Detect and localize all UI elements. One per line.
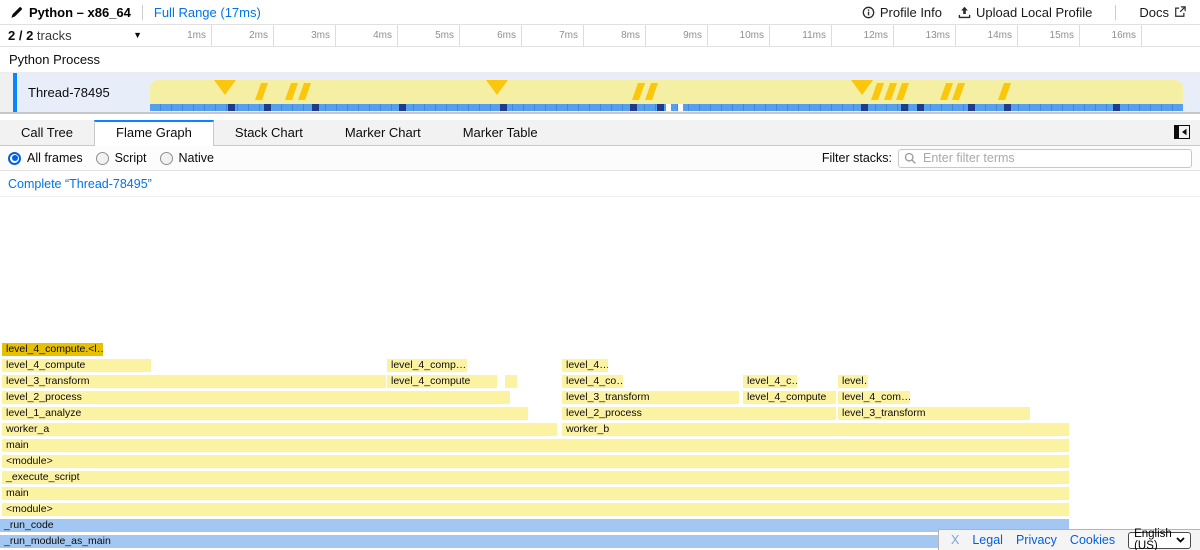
tracks-summary[interactable]: 2 / 2 tracks ▼: [0, 25, 150, 46]
filter-stacks-input[interactable]: [898, 149, 1192, 168]
flame-block[interactable]: level_3_transform: [2, 375, 386, 388]
thread-activity-graph[interactable]: [150, 79, 1183, 112]
full-range-link[interactable]: Full Range (17ms): [154, 5, 261, 20]
radio-label: Script: [115, 151, 147, 165]
flame-block[interactable]: level_4_c…: [743, 375, 797, 388]
footer-link-x[interactable]: X: [951, 533, 959, 547]
flame-block[interactable]: level_4_comp…: [387, 359, 467, 372]
ruler-tick: 3ms: [274, 25, 336, 46]
flame-block[interactable]: level_2_process: [562, 407, 836, 420]
timeline-ruler-row: 2 / 2 tracks ▼ 1ms2ms3ms4ms5ms6ms7ms8ms9…: [0, 25, 1200, 47]
ruler-tick: 6ms: [460, 25, 522, 46]
flame-block[interactable]: level_4_compute.<l…: [2, 343, 103, 356]
ruler-tick: 10ms: [708, 25, 770, 46]
flame-block[interactable]: level…: [838, 375, 868, 388]
ruler-tick: 7ms: [522, 25, 584, 46]
flame-block[interactable]: <module>: [2, 455, 1069, 468]
flame-block[interactable]: level_4_compute: [2, 359, 151, 372]
ruler-tick: 13ms: [894, 25, 956, 46]
tab-call-tree[interactable]: Call Tree: [0, 120, 94, 145]
breadcrumb-row: Complete “Thread-78495”: [0, 171, 1200, 197]
flame-block[interactable]: level_2_process: [2, 391, 510, 404]
footer-link-cookies[interactable]: Cookies: [1070, 533, 1115, 547]
breadcrumb[interactable]: Complete “Thread-78495”: [0, 171, 160, 197]
ruler-tick: 11ms: [770, 25, 832, 46]
footer-link-privacy[interactable]: Privacy: [1016, 533, 1057, 547]
language-select[interactable]: English (US): [1128, 532, 1191, 549]
flame-block[interactable]: worker_b: [562, 423, 1069, 436]
radio-all-frames[interactable]: All frames: [8, 151, 83, 165]
radio-button[interactable]: [160, 152, 173, 165]
flame-block[interactable]: level_1_analyze: [2, 407, 528, 420]
divider: [142, 5, 143, 20]
ruler-tick: 12ms: [832, 25, 894, 46]
process-track-row[interactable]: Python Process: [0, 47, 1200, 73]
radio-label: Native: [179, 151, 214, 165]
upload-profile-button[interactable]: Upload Local Profile: [954, 5, 1096, 20]
flame-graph-toolbar: All frames Script Native Filter stacks:: [0, 146, 1200, 171]
ruler-tick: 5ms: [398, 25, 460, 46]
flame-block[interactable]: worker_a: [2, 423, 557, 436]
divider: [1115, 5, 1116, 20]
track-selected-bar: [13, 73, 17, 112]
flame-block[interactable]: level_3_transform: [562, 391, 739, 404]
flame-block[interactable]: [505, 375, 517, 388]
external-link-icon: [1174, 6, 1186, 18]
sidebar-toggle-icon[interactable]: [1174, 125, 1190, 144]
ruler-tick: 8ms: [584, 25, 646, 46]
docs-button[interactable]: Docs: [1135, 5, 1190, 20]
flame-block[interactable]: level_4_com…: [838, 391, 910, 404]
ruler-tick: 2ms: [212, 25, 274, 46]
flame-block[interactable]: main: [2, 439, 1069, 452]
info-icon: [862, 6, 875, 19]
ruler-tick: 9ms: [646, 25, 708, 46]
radio-script[interactable]: Script: [96, 151, 147, 165]
ruler-tick: 15ms: [1018, 25, 1080, 46]
ruler-tick: 14ms: [956, 25, 1018, 46]
upload-icon: [958, 6, 971, 19]
ruler-tick: 4ms: [336, 25, 398, 46]
flame-block[interactable]: <module>: [2, 503, 1069, 516]
flame-block[interactable]: level_4_compute: [743, 391, 836, 404]
timeline-ruler: 1ms2ms3ms4ms5ms6ms7ms8ms9ms10ms11ms12ms1…: [150, 25, 1200, 46]
process-label: Python Process: [9, 52, 100, 67]
flame-block[interactable]: _execute_script: [2, 471, 1069, 484]
thread-track-row[interactable]: Thread-78495: [0, 73, 1200, 112]
flame-graph-canvas[interactable]: level_4_compute.<l…level_4_computelevel_…: [0, 197, 1200, 550]
flame-block[interactable]: _run_code: [0, 519, 1069, 532]
flame-block[interactable]: level_4_co…: [562, 375, 623, 388]
tab-stack-chart[interactable]: Stack Chart: [214, 120, 324, 145]
tab-marker-chart[interactable]: Marker Chart: [324, 120, 442, 145]
radio-button[interactable]: [8, 152, 21, 165]
ruler-tick: 1ms: [150, 25, 212, 46]
track-gutter: [0, 73, 13, 112]
app-header: Python – x86_64 Full Range (17ms) Profil…: [0, 0, 1200, 25]
footer-links: X Legal Privacy Cookies: [951, 533, 1115, 547]
flame-block[interactable]: _run_module_as_main: [0, 535, 1069, 548]
frame-filter-radios: All frames Script Native: [8, 151, 220, 165]
firefox-profiler-window: Python – x86_64 Full Range (17ms) Profil…: [0, 0, 1200, 550]
profile-info-button[interactable]: Profile Info: [858, 5, 946, 20]
tab-marker-table[interactable]: Marker Table: [442, 120, 559, 145]
flame-block[interactable]: main: [2, 487, 1069, 500]
panel-tabbar: Call TreeFlame GraphStack ChartMarker Ch…: [0, 120, 1200, 146]
tracks-dropdown-caret[interactable]: ▼: [133, 25, 142, 46]
edit-pencil-icon[interactable]: [10, 6, 23, 19]
filter-stacks-label: Filter stacks:: [822, 151, 892, 165]
radio-native[interactable]: Native: [160, 151, 214, 165]
thread-label: Thread-78495: [28, 73, 110, 112]
chevron-down-icon: [1176, 537, 1185, 543]
footer-bar: X Legal Privacy Cookies English (US): [938, 529, 1200, 550]
flame-block[interactable]: level_3_transform: [838, 407, 1030, 420]
ruler-tick: 16ms: [1080, 25, 1142, 46]
flame-block[interactable]: level_4_compute: [387, 375, 497, 388]
radio-button[interactable]: [96, 152, 109, 165]
tab-flame-graph[interactable]: Flame Graph: [94, 120, 214, 147]
footer-link-legal[interactable]: Legal: [972, 533, 1003, 547]
profile-title: Python – x86_64: [29, 5, 131, 20]
flame-block[interactable]: level_4…: [562, 359, 608, 372]
timeline-splitter[interactable]: [0, 112, 1200, 120]
search-icon: [904, 152, 917, 165]
radio-label: All frames: [27, 151, 83, 165]
